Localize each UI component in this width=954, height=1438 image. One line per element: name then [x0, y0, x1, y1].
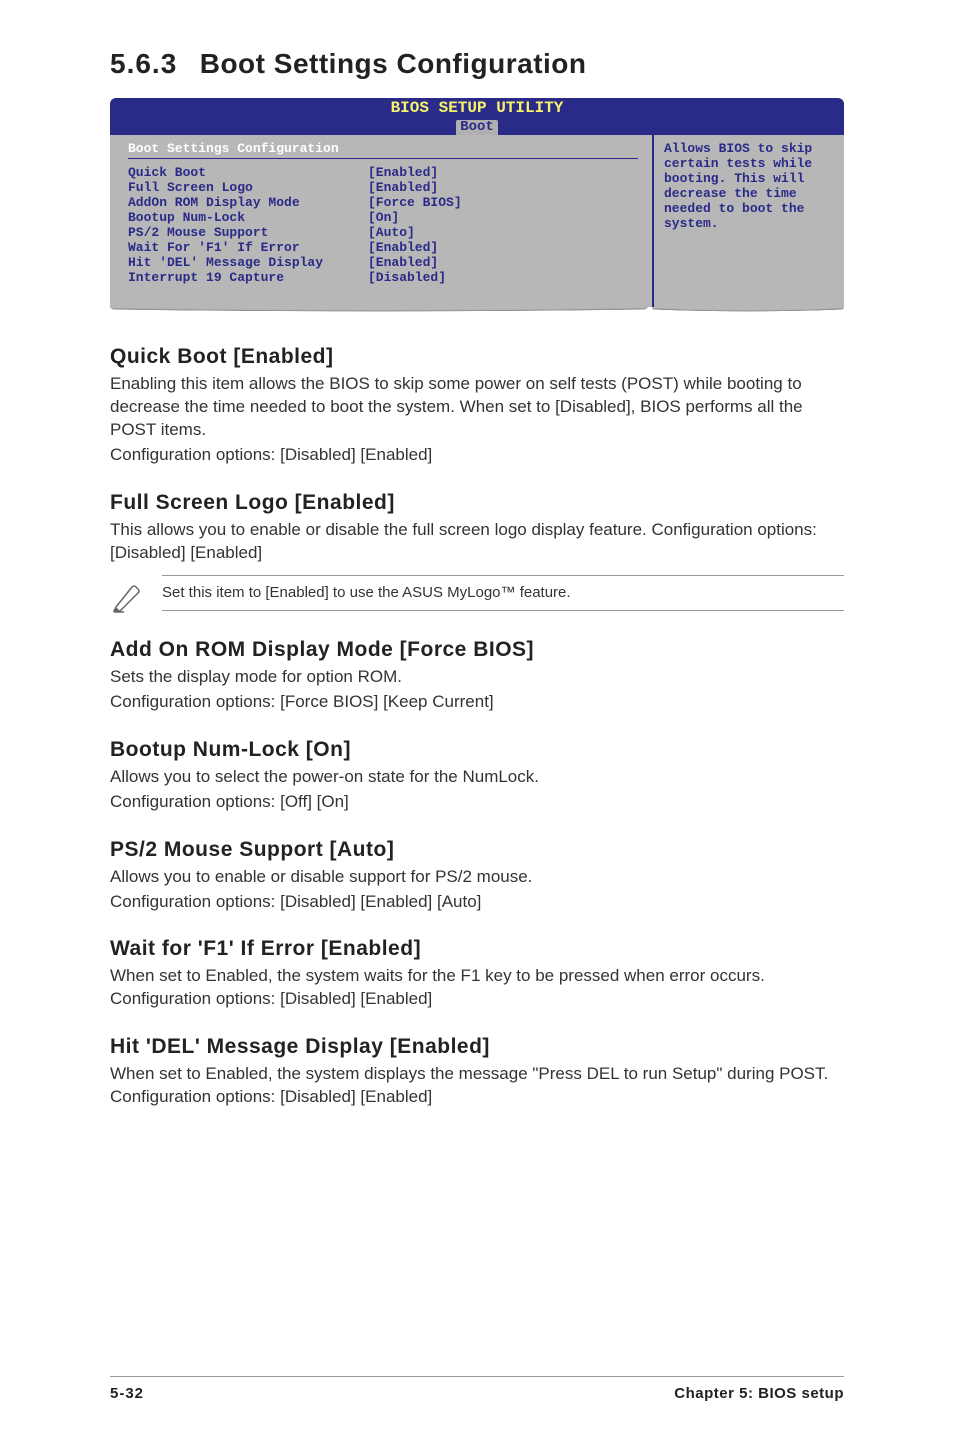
- section-title: Boot Settings Configuration: [200, 48, 587, 79]
- paragraph: Configuration options: [Off] [On]: [110, 791, 844, 814]
- bios-setting-label: Interrupt 19 Capture: [128, 270, 368, 285]
- heading-wait-f1: Wait for 'F1' If Error [Enabled]: [110, 937, 844, 961]
- paragraph: When set to Enabled, the system waits fo…: [110, 965, 844, 1011]
- paragraph: This allows you to enable or disable the…: [110, 519, 844, 565]
- bios-help-text: Allows BIOS to skip certain tests while …: [664, 141, 834, 231]
- bios-setting-row: Wait For 'F1' If Error[Enabled]: [128, 240, 638, 255]
- section-number: 5.6.3: [110, 48, 177, 80]
- bios-header-title: BIOS SETUP UTILITY: [110, 100, 844, 118]
- page-number: 5-32: [110, 1385, 144, 1402]
- bios-setting-value: [Enabled]: [368, 255, 438, 270]
- chapter-label: Chapter 5: BIOS setup: [674, 1385, 844, 1402]
- bios-setting-row: Quick Boot[Enabled]: [128, 165, 638, 180]
- bios-group-title: Boot Settings Configuration: [128, 141, 638, 156]
- bios-setting-row: AddOn ROM Display Mode[Force BIOS]: [128, 195, 638, 210]
- bios-screenshot: BIOS SETUP UTILITY Boot Boot Settings Co…: [110, 98, 844, 321]
- paragraph: Configuration options: [Force BIOS] [Kee…: [110, 691, 844, 714]
- heading-hit-del: Hit 'DEL' Message Display [Enabled]: [110, 1035, 844, 1059]
- bios-setting-row: Hit 'DEL' Message Display[Enabled]: [128, 255, 638, 270]
- bios-shadow: [110, 307, 844, 321]
- heading-quick-boot: Quick Boot [Enabled]: [110, 345, 844, 369]
- heading-ps2: PS/2 Mouse Support [Auto]: [110, 838, 844, 862]
- bios-setting-label: AddOn ROM Display Mode: [128, 195, 368, 210]
- bios-setting-value: [Auto]: [368, 225, 415, 240]
- bios-tab-boot: Boot: [456, 120, 498, 135]
- bios-setting-row: Interrupt 19 Capture[Disabled]: [128, 270, 638, 285]
- bios-setting-value: [Enabled]: [368, 240, 438, 255]
- bios-setting-value: [On]: [368, 210, 399, 225]
- page-footer: 5-32 Chapter 5: BIOS setup: [110, 1376, 844, 1402]
- section-heading: 5.6.3 Boot Settings Configuration: [110, 48, 844, 80]
- paragraph: When set to Enabled, the system displays…: [110, 1063, 844, 1109]
- bios-setting-label: Quick Boot: [128, 165, 368, 180]
- bios-setting-label: PS/2 Mouse Support: [128, 225, 368, 240]
- paragraph: Enabling this item allows the BIOS to sk…: [110, 373, 844, 442]
- note-block: Set this item to [Enabled] to use the AS…: [110, 575, 844, 618]
- bios-setting-row: Full Screen Logo[Enabled]: [128, 180, 638, 195]
- note-text: Set this item to [Enabled] to use the AS…: [162, 584, 571, 601]
- bios-setting-row: PS/2 Mouse Support[Auto]: [128, 225, 638, 240]
- heading-numlock: Bootup Num-Lock [On]: [110, 738, 844, 762]
- bios-setting-label: Wait For 'F1' If Error: [128, 240, 368, 255]
- bios-left-panel: Boot Settings Configuration Quick Boot[E…: [110, 135, 652, 307]
- heading-addon-rom: Add On ROM Display Mode [Force BIOS]: [110, 638, 844, 662]
- paragraph: Allows you to enable or disable support …: [110, 866, 844, 889]
- paragraph: Configuration options: [Disabled] [Enabl…: [110, 891, 844, 914]
- paragraph: Allows you to select the power-on state …: [110, 766, 844, 789]
- heading-full-screen-logo: Full Screen Logo [Enabled]: [110, 491, 844, 515]
- paragraph: Sets the display mode for option ROM.: [110, 666, 844, 689]
- bios-setting-value: [Enabled]: [368, 165, 438, 180]
- paragraph: Configuration options: [Disabled] [Enabl…: [110, 444, 844, 467]
- bios-setting-value: [Force BIOS]: [368, 195, 462, 210]
- bios-setting-label: Bootup Num-Lock: [128, 210, 368, 225]
- bios-setting-row: Bootup Num-Lock[On]: [128, 210, 638, 225]
- bios-setting-label: Full Screen Logo: [128, 180, 368, 195]
- bios-setting-value: [Disabled]: [368, 270, 446, 285]
- bios-setting-label: Hit 'DEL' Message Display: [128, 255, 368, 270]
- bios-header: BIOS SETUP UTILITY Boot: [110, 98, 844, 135]
- pencil-icon: [110, 575, 144, 618]
- bios-setting-value: [Enabled]: [368, 180, 438, 195]
- bios-help-panel: Allows BIOS to skip certain tests while …: [652, 135, 844, 307]
